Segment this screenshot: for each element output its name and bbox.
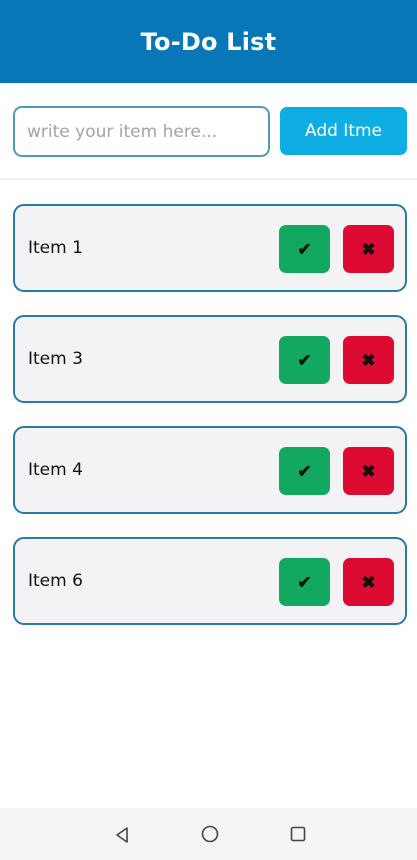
delete-button[interactable]: ✖ [343,558,394,606]
cross-icon: ✖ [361,461,376,481]
todo-item: Item 6 ✔ ✖ [13,537,407,625]
delete-button[interactable]: ✖ [343,225,394,273]
add-item-button[interactable]: Add Itme [280,107,407,155]
recent-square-icon[interactable] [288,824,308,844]
add-item-bar: Add Itme [0,83,417,180]
page-title: To-Do List [140,27,277,56]
todo-item: Item 4 ✔ ✖ [13,426,407,514]
todo-item: Item 1 ✔ ✖ [13,204,407,292]
todo-list: Item 1 ✔ ✖ Item 3 ✔ ✖ Item 4 ✔ ✖ Item 6 … [13,204,407,648]
checkmark-icon: ✔ [297,350,312,370]
todo-item-label: Item 6 [28,571,83,591]
todo-item: Item 3 ✔ ✖ [13,315,407,403]
system-nav-bar [0,808,417,860]
checkmark-icon: ✔ [297,461,312,481]
app-screen: To-Do List Add Itme Item 1 ✔ ✖ Item 3 ✔ … [0,0,417,860]
cross-icon: ✖ [361,572,376,592]
done-button[interactable]: ✔ [279,447,330,495]
home-circle-icon[interactable] [200,824,220,844]
todo-item-label: Item 1 [28,238,83,258]
done-button[interactable]: ✔ [279,558,330,606]
delete-button[interactable]: ✖ [343,447,394,495]
item-input[interactable] [13,106,270,157]
checkmark-icon: ✔ [297,239,312,259]
cross-icon: ✖ [361,350,376,370]
delete-button[interactable]: ✖ [343,336,394,384]
checkmark-icon: ✔ [297,572,312,592]
done-button[interactable]: ✔ [279,336,330,384]
done-button[interactable]: ✔ [279,225,330,273]
cross-icon: ✖ [361,239,376,259]
todo-item-label: Item 3 [28,349,83,369]
app-header: To-Do List [0,0,417,83]
back-triangle-icon[interactable] [112,825,132,845]
todo-item-label: Item 4 [28,460,83,480]
